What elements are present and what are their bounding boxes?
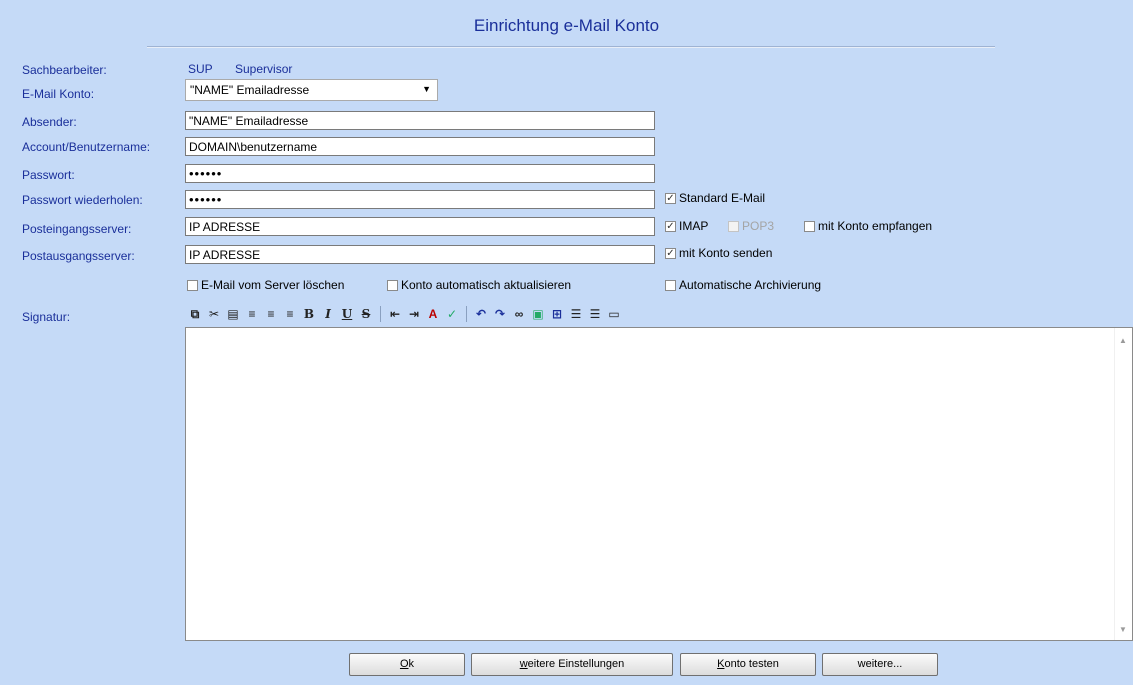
email-konto-selected: "NAME" Emailadresse: [190, 83, 310, 97]
italic-icon[interactable]: I: [321, 307, 335, 321]
scroll-down-icon[interactable]: ▼: [1119, 625, 1127, 634]
account-input[interactable]: DOMAIN\benutzername: [185, 137, 655, 156]
weitere-einstellungen-button[interactable]: weitere Einstellungen: [471, 653, 673, 676]
imap-checkbox[interactable]: ✓ IMAP: [665, 219, 708, 233]
checkbox-empty-icon[interactable]: [804, 220, 815, 232]
redo-icon[interactable]: ↷: [493, 307, 507, 321]
toolbar-separator: [466, 306, 467, 322]
outdent-icon[interactable]: ⇤: [388, 307, 402, 321]
checkbox-empty-icon[interactable]: [187, 279, 198, 291]
account-label: Account/Benutzername:: [22, 140, 151, 154]
email-loeschen-checkbox[interactable]: E-Mail vom Server löschen: [187, 278, 344, 292]
checkbox-empty-icon[interactable]: [387, 279, 398, 291]
sachbearbeiter-label: Sachbearbeiter:: [22, 63, 107, 77]
mit-konto-senden-checkbox[interactable]: ✓ mit Konto senden: [665, 246, 772, 260]
cut-icon[interactable]: ✂: [207, 307, 221, 321]
passwort-label: Passwort:: [22, 168, 75, 182]
paste-icon[interactable]: ▤: [226, 307, 240, 321]
scroll-up-icon[interactable]: ▲: [1119, 336, 1127, 345]
konto-aktualisieren-checkbox[interactable]: Konto automatisch aktualisieren: [387, 278, 571, 292]
table-icon[interactable]: ⊞: [550, 307, 564, 321]
copy-icon[interactable]: ⧉: [188, 307, 202, 321]
sachbearbeiter-name: Supervisor: [235, 62, 293, 76]
posteingang-input[interactable]: IP ADRESSE: [185, 217, 655, 236]
email-konto-label: E-Mail Konto:: [22, 87, 95, 101]
checkbox-checked-icon[interactable]: ✓: [665, 192, 676, 204]
undo-icon[interactable]: ↶: [474, 307, 488, 321]
underline-icon[interactable]: U: [340, 307, 354, 321]
sachbearbeiter-code: SUP: [188, 62, 213, 76]
editor-toolbar: ⧉ ✂ ▤ ≡ ≡ ≡ B I U S ⇤ ⇥ A ✓ ↶ ↷ ∞ ▣ ⊞ ☰ …: [185, 303, 1133, 325]
dropdown-arrow-icon[interactable]: ▼: [422, 84, 431, 94]
checkbox-empty-icon[interactable]: [665, 279, 676, 291]
numbered-list-icon[interactable]: ☰: [569, 307, 583, 321]
align-right-icon[interactable]: ≡: [283, 307, 297, 321]
passwort-input[interactable]: ••••••: [185, 164, 655, 183]
archivierung-checkbox[interactable]: Automatische Archivierung: [665, 278, 821, 292]
dialog-window: Einrichtung e-Mail Konto Sachbearbeiter:…: [0, 0, 1133, 685]
passwort-wiederholen-input[interactable]: ••••••: [185, 190, 655, 209]
standard-email-checkbox[interactable]: ✓ Standard E-Mail: [665, 191, 765, 205]
checkbox-checked-icon[interactable]: ✓: [665, 220, 676, 232]
bullet-list-icon[interactable]: ☰: [588, 307, 602, 321]
bold-icon[interactable]: B: [302, 307, 316, 321]
checkbox-checked-icon[interactable]: ✓: [665, 247, 676, 259]
align-left-icon[interactable]: ≡: [245, 307, 259, 321]
passwort-wiederholen-label: Passwort wiederholen:: [22, 193, 143, 207]
absender-input[interactable]: "NAME" Emailadresse: [185, 111, 655, 130]
align-center-icon[interactable]: ≡: [264, 307, 278, 321]
title-divider: [147, 46, 995, 48]
editor-scrollbar[interactable]: ▲ ▼: [1114, 328, 1132, 640]
mit-konto-empfangen-checkbox[interactable]: mit Konto empfangen: [804, 219, 932, 233]
signatur-label: Signatur:: [22, 310, 71, 324]
spellcheck-icon[interactable]: ✓: [445, 307, 459, 321]
absender-label: Absender:: [22, 115, 77, 129]
strikethrough-icon[interactable]: S: [359, 307, 373, 321]
horizontal-rule-icon[interactable]: ▭: [607, 307, 621, 321]
konto-testen-button[interactable]: Konto testen: [680, 653, 816, 676]
postausgang-label: Postausgangsserver:: [22, 249, 135, 263]
image-icon[interactable]: ▣: [531, 307, 545, 321]
email-konto-dropdown[interactable]: "NAME" Emailadresse ▼: [185, 79, 438, 101]
toolbar-separator: [380, 306, 381, 322]
posteingang-label: Posteingangsserver:: [22, 222, 132, 236]
weitere-button[interactable]: weitere...: [822, 653, 938, 676]
ok-button[interactable]: Ok: [349, 653, 465, 676]
link-icon[interactable]: ∞: [512, 307, 526, 321]
checkbox-empty-icon: [728, 220, 739, 232]
postausgang-input[interactable]: IP ADRESSE: [185, 245, 655, 264]
indent-icon[interactable]: ⇥: [407, 307, 421, 321]
signature-editor[interactable]: ▲ ▼: [185, 327, 1133, 641]
pop3-checkbox: POP3: [728, 219, 774, 233]
text-color-icon[interactable]: A: [426, 307, 440, 321]
dialog-title: Einrichtung e-Mail Konto: [473, 16, 660, 35]
